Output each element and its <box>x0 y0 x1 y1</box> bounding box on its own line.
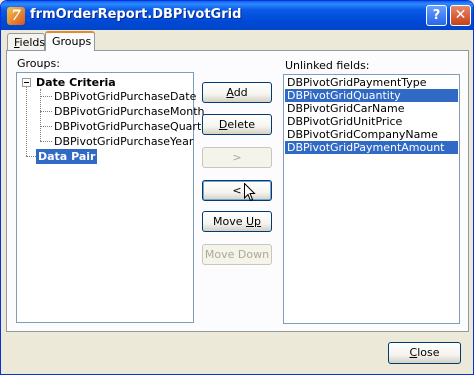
move-up-label-pre: Move <box>212 215 246 228</box>
list-item[interactable]: DBPivotGridQuantity <box>285 89 458 102</box>
title-bar[interactable]: 7 frmOrderReport.DBPivotGrid ? ✕ <box>1 1 473 30</box>
list-item[interactable]: DBPivotGridPaymentAmount <box>285 141 458 154</box>
move-up-button[interactable]: Move Up <box>202 211 272 232</box>
tree-connector <box>40 141 52 142</box>
move-right-button[interactable]: > <box>202 147 272 168</box>
tree-connector <box>40 126 52 127</box>
move-left-button[interactable]: < <box>202 180 272 201</box>
tree-node-child[interactable]: DBPivotGridPurchaseMonth <box>54 104 205 119</box>
mouse-cursor-icon <box>244 183 256 202</box>
tab-fields[interactable]: Fields <box>7 33 45 50</box>
tree-node-child[interactable]: DBPivotGridPurchaseYear <box>54 134 193 149</box>
tab-fields-label-rest: ields <box>19 36 46 49</box>
close-window-button[interactable]: ✕ <box>450 5 471 26</box>
window-title: frmOrderReport.DBPivotGrid <box>30 7 242 22</box>
tree-node-child[interactable]: DBPivotGridPurchaseDate <box>54 89 196 104</box>
dialog-window: 7 frmOrderReport.DBPivotGrid ? ✕ Fields … <box>0 0 474 375</box>
tree-connector <box>26 156 36 157</box>
collapse-icon[interactable] <box>22 78 31 87</box>
delete-button-label-rest: elete <box>227 118 256 131</box>
tree-connector <box>40 96 52 97</box>
groups-tree[interactable]: Date Criteria DBPivotGridPurchaseDate DB… <box>16 72 213 323</box>
tab-groups-label: Groups <box>52 35 92 48</box>
unlinked-fields-label: Unlinked fields: <box>285 59 370 72</box>
tree-node-child[interactable]: DBPivotGridPurchaseQuarter <box>54 119 213 134</box>
app-icon: 7 <box>7 7 25 25</box>
unlinked-fields-list[interactable]: DBPivotGridPaymentType DBPivotGridQuanti… <box>283 74 460 324</box>
help-button[interactable]: ? <box>426 5 447 26</box>
list-item[interactable]: DBPivotGridPaymentType <box>285 76 458 89</box>
move-down-button[interactable]: Move Down <box>202 244 272 265</box>
tree-connector <box>26 78 27 156</box>
list-item[interactable]: DBPivotGridUnitPrice <box>285 115 458 128</box>
tree-connector <box>40 111 52 112</box>
move-up-access-key: Up <box>245 215 262 228</box>
tab-fields-label: Fields <box>14 36 45 49</box>
delete-button[interactable]: Delete <box>202 114 272 135</box>
tree-node-data-pair[interactable]: Data Pair <box>36 149 98 164</box>
list-item[interactable]: DBPivotGridCompanyName <box>285 128 458 141</box>
add-button-label-rest: dd <box>233 86 248 99</box>
list-item[interactable]: DBPivotGridCarName <box>285 102 458 115</box>
add-button-access-key: A <box>226 86 234 99</box>
close-button-label-rest: lose <box>417 346 440 359</box>
tree-node-date-criteria[interactable]: Date Criteria <box>36 75 116 90</box>
groups-label: Groups: <box>17 57 60 70</box>
close-button[interactable]: Close <box>388 342 461 364</box>
add-button[interactable]: Add <box>202 82 272 103</box>
tab-groups[interactable]: Groups <box>45 31 95 51</box>
